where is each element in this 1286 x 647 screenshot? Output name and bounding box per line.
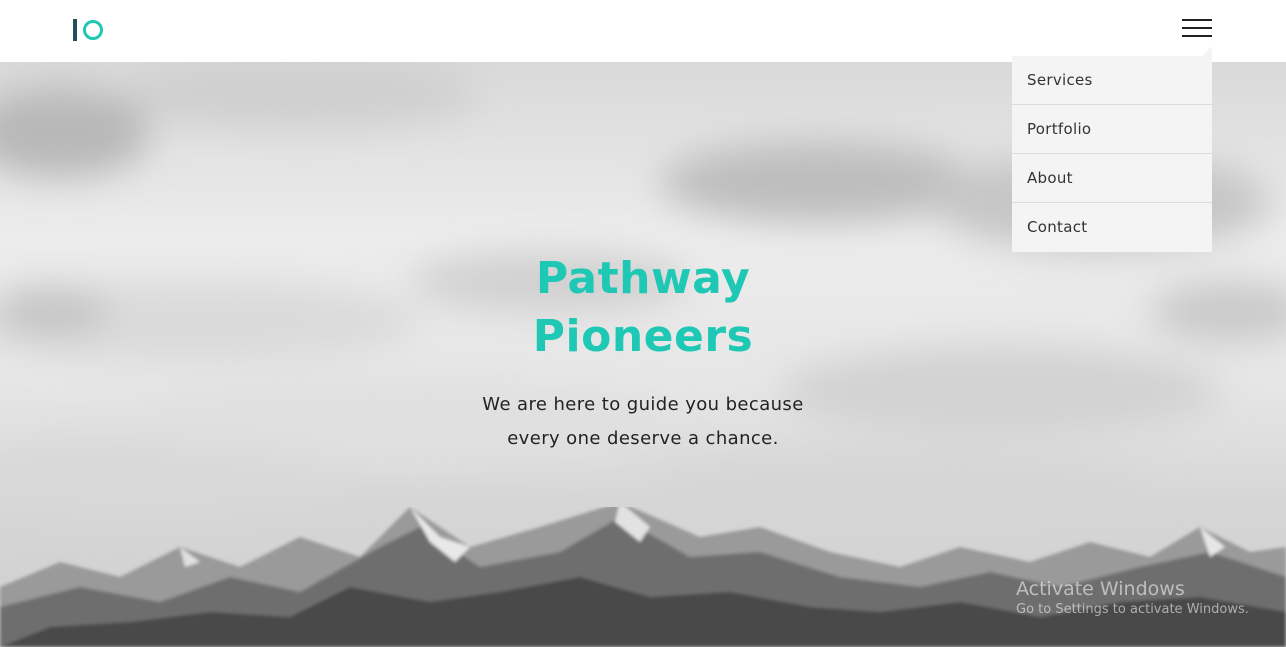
menu-arrow	[1202, 46, 1212, 56]
menu-item-about[interactable]: About	[1012, 154, 1212, 203]
hamburger-line	[1182, 35, 1212, 37]
hamburger-line	[1182, 19, 1212, 21]
logo-bar	[73, 19, 77, 41]
hero-subtitle: We are here to guide you because every o…	[0, 388, 1286, 456]
hero-content: Pathway Pioneers We are here to guide yo…	[0, 250, 1286, 456]
hamburger-line	[1182, 27, 1212, 29]
hero-title-line-2: Pioneers	[532, 311, 754, 362]
mountain-range	[0, 507, 1286, 647]
hero-subtitle-line-2: every one deserve a chance.	[507, 428, 779, 449]
navbar	[0, 0, 1286, 62]
logo-ring	[83, 20, 103, 40]
dropdown-menu: Services Portfolio About Contact	[1012, 46, 1212, 252]
hamburger-menu-icon[interactable]	[1182, 19, 1212, 37]
menu-item-contact[interactable]: Contact	[1012, 203, 1212, 252]
menu-item-portfolio[interactable]: Portfolio	[1012, 105, 1212, 154]
hero-title-line-1: Pathway	[535, 253, 751, 304]
hero-subtitle-line-1: We are here to guide you because	[482, 394, 804, 415]
menu-item-services[interactable]: Services	[1012, 56, 1212, 105]
io-logo[interactable]	[73, 18, 103, 42]
hero-title: Pathway Pioneers	[0, 250, 1286, 366]
